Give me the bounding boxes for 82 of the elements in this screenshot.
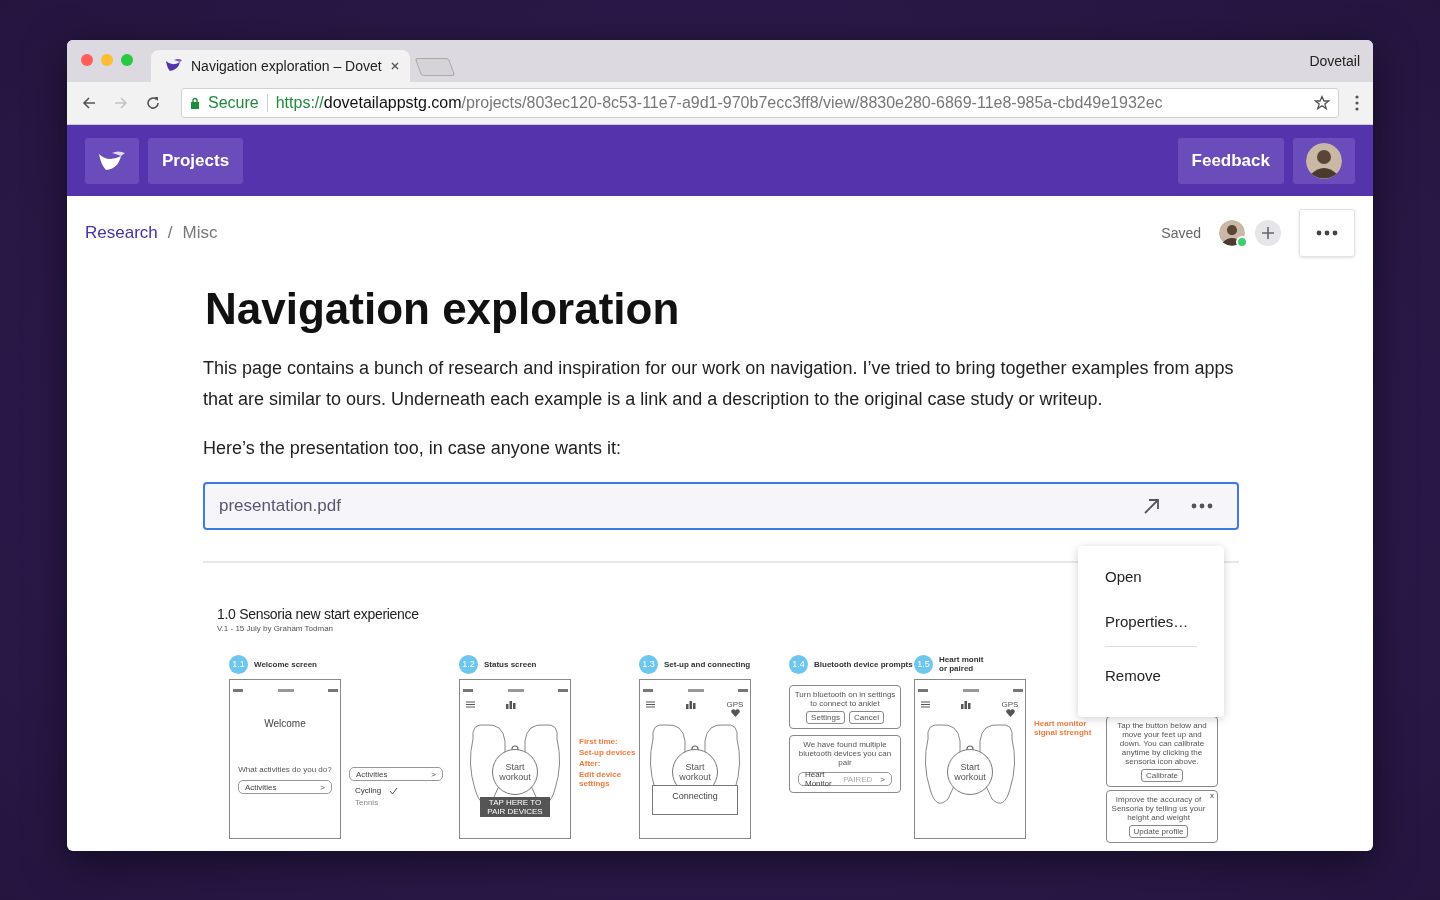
start-workout-circle: Start workout	[492, 749, 538, 795]
hamburger-icon	[921, 701, 930, 708]
more-icon	[1316, 230, 1338, 236]
dropdown-label: Heart Monitor	[805, 770, 833, 788]
annotation: Edit device settings	[579, 770, 623, 788]
breadcrumb-item: Misc	[182, 223, 218, 243]
gps-label: GPS	[1001, 701, 1019, 709]
annotation: First time:	[579, 737, 619, 746]
annotation: Heart monitor signal strenght	[1034, 719, 1093, 737]
back-icon[interactable]	[81, 95, 97, 111]
bird-logo-icon	[98, 149, 126, 172]
document-subheading: V.1 - 15 July by Graham Todman	[217, 624, 335, 633]
wireframe-text: Improve the accuracy of Sensoria by telling us your height and weight	[1111, 795, 1206, 822]
step-title: Status screen	[484, 659, 537, 669]
dropdown-arrow: >	[431, 769, 436, 779]
page-title: Navigation exploration	[205, 283, 681, 335]
profile-name[interactable]: Dovetail	[1309, 53, 1373, 69]
step-title: Set-up and connecting	[664, 659, 751, 669]
address-bar[interactable]: Secure https://dovetailappstg.com/projects/803ec120-8c53-11e7-a9d1-970b7ecc3ff8/view/8830e280-6869-11e8-985a-cbd49e1932ec	[181, 88, 1339, 118]
hamburger-icon	[466, 701, 475, 708]
bird-logo-icon	[165, 58, 183, 74]
avatar	[1219, 220, 1245, 246]
avatar	[1306, 142, 1342, 179]
step-title: Welcome screen	[254, 659, 317, 669]
wireframe-text: We have found multiple bluetooth devices you can pair	[797, 740, 893, 767]
dropdown-label: Activities	[356, 769, 388, 779]
checkmark-icon	[389, 786, 399, 795]
annotation: Set-up devices	[579, 748, 637, 757]
bar-chart-icon	[505, 701, 516, 709]
document-heading: 1.0 Sensoria new start experience	[217, 606, 420, 622]
more-icon[interactable]	[1191, 503, 1213, 509]
breadcrumb-item[interactable]: Research	[85, 223, 158, 243]
dropdown-label: Activities	[245, 782, 277, 792]
plus-icon	[1262, 227, 1274, 239]
wireframe-text: Turn bluetooth on in settings to connect to anklet	[794, 690, 896, 708]
annotation: After:	[579, 759, 602, 768]
step-number: 1.1	[229, 654, 248, 674]
step-number: 1.5	[914, 654, 933, 674]
file-name: presentation.pdf	[219, 496, 341, 516]
close-mark: x	[1210, 792, 1214, 800]
dropdown-arrow: >	[320, 782, 325, 792]
bar-chart-icon	[685, 701, 696, 709]
step-title: Bluetooth device prompts	[814, 659, 913, 669]
paragraph: Here’s the presentation too, in case anyone wants it:	[203, 437, 622, 460]
projects-button[interactable]: Projects	[148, 137, 244, 184]
wireframe-text: What activities do you do?	[238, 765, 332, 774]
option-label: Cycling	[355, 786, 382, 795]
option-label: Tennis	[355, 798, 379, 807]
add-collaborator-button[interactable]	[1255, 220, 1281, 246]
step-number: 1.2	[459, 654, 478, 674]
home-button[interactable]	[85, 137, 139, 184]
lock-icon	[190, 97, 200, 109]
step-title: or paired	[939, 664, 975, 673]
gps-label: GPS	[726, 701, 744, 709]
heart-icon	[1005, 709, 1015, 717]
browser-tab[interactable]: Navigation exploration – Dovet	[151, 50, 410, 82]
feedback-button[interactable]: Feedback	[1177, 137, 1284, 184]
menu-icon[interactable]	[1355, 95, 1359, 111]
step-number: 1.3	[639, 654, 658, 674]
menu-item[interactable]: Properties…	[1078, 611, 1224, 656]
bookmark-star-icon[interactable]	[1314, 95, 1330, 111]
breadcrumb-separator: /	[167, 223, 173, 243]
start-workout-circle: Start workout	[947, 749, 993, 795]
hamburger-icon	[646, 701, 655, 708]
open-external-icon[interactable]	[1143, 497, 1161, 515]
file-attachment[interactable]: presentation.pdf	[203, 482, 1239, 530]
reload-icon[interactable]	[145, 95, 161, 111]
bar-chart-icon	[960, 701, 971, 709]
status-tag: PAIRED	[843, 774, 873, 784]
heart-icon	[730, 709, 740, 717]
save-status: Saved	[1161, 225, 1201, 241]
wireframe-heading: Welcome	[264, 718, 306, 729]
dropdown-arrow: >	[880, 774, 885, 784]
account-button[interactable]	[1293, 137, 1355, 184]
menu-item[interactable]: Remove	[1078, 665, 1224, 710]
step-title: Heart monit	[939, 655, 984, 664]
wireframe-text: Tap the button below and move your feet up and down. You can calibrate anytime by clicking the sensoria icon above.	[1116, 721, 1208, 766]
paragraph: This page contains a bunch of research and inspiration for our work on navigation. I’ve tried to bring together examples from apps that are similar to ours. Underneath each example is a link and a description to the original case study or writeup.	[203, 357, 1235, 411]
step-number: 1.4	[789, 654, 808, 674]
pair-devices-label: TAP HERE TO PAIR DEVICES	[480, 797, 550, 817]
menu-item[interactable]: Open	[1078, 566, 1224, 611]
close-icon	[389, 61, 400, 71]
